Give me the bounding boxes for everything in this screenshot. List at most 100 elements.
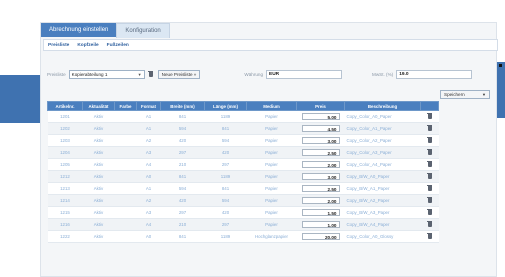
col-header-aktualitaet[interactable]: Aktualität [82, 101, 115, 111]
subnav-fusszeilen[interactable]: Fußzeilen [107, 43, 129, 48]
cell-actions [420, 218, 439, 231]
new-price-list-button[interactable]: Neue Preisliste » [157, 69, 201, 79]
table-body: 1201 Aktiv A1 841 1189 Papier 5.00 Copy_Color_A… [47, 110, 439, 243]
tab-abrechnung[interactable]: Abrechnung einstellen [41, 23, 117, 37]
cell-aktualitaet: Aktiv [82, 134, 115, 147]
table-row[interactable]: 1202 Aktiv A1 594 841 Papier 4.50 Copy_Color_A1… [47, 122, 439, 135]
col-header-preis[interactable]: Preis [296, 101, 345, 111]
cell-aktualitaet: Aktiv [82, 146, 115, 159]
background-band-left [0, 75, 40, 123]
cell-actions [420, 194, 439, 207]
table-row[interactable]: 1222 Aktiv A0 841 1189 Hochglanzpapier 20.00 Co… [47, 230, 439, 243]
table-row[interactable]: 1201 Aktiv A1 841 1189 Papier 5.00 Copy_Color_A… [47, 110, 439, 123]
trash-icon[interactable] [148, 71, 154, 77]
table-row[interactable]: 1203 Aktiv A2 420 594 Papier 3.00 Copy_Color_A2… [47, 134, 439, 147]
price-input[interactable]: 2.50 [301, 185, 340, 192]
price-input[interactable]: 4.50 [301, 125, 340, 132]
cell-laenge: 594 [204, 134, 247, 147]
sub-navigation: Preisliste Kopfzeile Fußzeilen [43, 39, 498, 51]
trash-icon[interactable] [427, 125, 432, 131]
cell-farbe [114, 206, 137, 219]
tab-konfiguration[interactable]: Konfiguration [116, 23, 170, 38]
price-input[interactable]: 3.00 [301, 137, 340, 144]
cell-beschreibung: Copy_Color_A1_Paper [344, 122, 421, 135]
price-input[interactable]: 5.00 [301, 113, 340, 120]
cell-format: A4 [136, 218, 161, 231]
price-input[interactable]: 20.00 [301, 233, 340, 240]
cell-aktualitaet: Aktiv [82, 182, 115, 195]
currency-input[interactable]: EUR [266, 69, 343, 79]
cell-aktualitaet: Aktiv [82, 206, 115, 219]
tab-bar: Abrechnung einstellen Konfiguration [41, 23, 170, 38]
price-input[interactable]: 3.00 [301, 173, 340, 180]
cell-actions [420, 122, 439, 135]
trash-icon[interactable] [427, 161, 432, 167]
cell-aktualitaet: Aktiv [82, 218, 115, 231]
table-row[interactable]: 1214 Aktiv A2 420 594 Papier 2.00 Copy_B/W_A2_P… [47, 194, 439, 207]
price-input[interactable]: 1.00 [301, 221, 340, 228]
cell-format: A1 [136, 110, 161, 123]
table-row[interactable]: 1216 Aktiv A4 210 297 Papier 1.00 Copy_B/W_A4_P… [47, 218, 439, 231]
cell-medium: Papier [246, 134, 297, 147]
cell-breite: 420 [160, 134, 205, 147]
cell-preis: 1.50 [296, 206, 345, 219]
cell-farbe [114, 122, 137, 135]
trash-icon[interactable] [427, 233, 432, 239]
cell-breite: 420 [160, 194, 205, 207]
col-header-laenge[interactable]: Länge (mm) [204, 101, 247, 111]
price-input[interactable]: 1.50 [301, 209, 340, 216]
price-input[interactable]: 2.00 [301, 161, 340, 168]
cell-farbe [114, 146, 137, 159]
table-row[interactable]: 1204 Aktiv A3 297 420 Papier 2.50 Copy_Color_A3… [47, 146, 439, 159]
trash-icon[interactable] [427, 197, 432, 203]
scroll-indicator[interactable] [499, 64, 502, 67]
cell-artikelnr: 1203 [47, 134, 83, 147]
col-header-beschreibung[interactable]: Beschreibung [344, 101, 421, 111]
waehrung-label: Währung [244, 71, 264, 77]
trash-icon[interactable] [427, 137, 432, 143]
cell-laenge: 841 [204, 182, 247, 195]
cell-breite: 594 [160, 122, 205, 135]
subnav-preisliste[interactable]: Preisliste [48, 43, 69, 48]
cell-artikelnr: 1204 [47, 146, 83, 159]
cell-artikelnr: 1215 [47, 206, 83, 219]
col-header-artikelnr[interactable]: Artikelnr. [47, 101, 83, 111]
trash-icon[interactable] [427, 173, 432, 179]
table-row[interactable]: 1213 Aktiv A1 594 841 Papier 2.50 Copy_B/W_A1_P… [47, 182, 439, 195]
preisliste-select[interactable]: Kopierabteilung 1 ▼ [68, 69, 145, 79]
trash-icon[interactable] [427, 113, 432, 119]
vat-input[interactable]: 19.0 [396, 69, 473, 79]
col-header-format[interactable]: Format [136, 101, 161, 111]
cell-preis: 20.00 [296, 230, 345, 243]
col-header-medium[interactable]: Medium [246, 101, 297, 111]
table-row[interactable]: 1205 Aktiv A4 210 297 Papier 2.00 Copy_Color_A4… [47, 158, 439, 171]
cell-beschreibung: Copy_B/W_A1_Paper [344, 182, 421, 195]
table-row[interactable]: 1212 Aktiv A0 841 1189 Papier 3.00 Copy_B/W_A0_… [47, 170, 439, 183]
trash-icon[interactable] [427, 149, 432, 155]
cell-medium: Hochglanzpapier [246, 230, 297, 243]
price-input[interactable]: 2.50 [301, 149, 340, 156]
cell-medium: Papier [246, 170, 297, 183]
save-button[interactable]: Speichern ▼ [440, 90, 490, 99]
cell-preis: 2.00 [296, 194, 345, 207]
cell-aktualitaet: Aktiv [82, 170, 115, 183]
cell-artikelnr: 1212 [47, 170, 83, 183]
cell-farbe [114, 194, 137, 207]
cell-laenge: 1189 [204, 110, 247, 123]
trash-icon[interactable] [427, 185, 432, 191]
cell-medium: Papier [246, 158, 297, 171]
subnav-kopfzeile[interactable]: Kopfzeile [77, 43, 98, 48]
trash-icon[interactable] [427, 209, 432, 215]
trash-icon[interactable] [427, 221, 432, 227]
cell-breite: 210 [160, 158, 205, 171]
cell-farbe [114, 134, 137, 147]
chevron-down-icon: ▼ [482, 92, 486, 97]
price-input[interactable]: 2.00 [301, 197, 340, 204]
col-header-farbe[interactable]: Farbe [114, 101, 137, 111]
cell-medium: Papier [246, 194, 297, 207]
cell-preis: 2.50 [296, 182, 345, 195]
cell-format: A0 [136, 170, 161, 183]
col-header-breite[interactable]: Breite (mm) [160, 101, 205, 111]
cell-farbe [114, 218, 137, 231]
table-row[interactable]: 1215 Aktiv A3 297 420 Papier 1.50 Copy_B/W_A3_P… [47, 206, 439, 219]
